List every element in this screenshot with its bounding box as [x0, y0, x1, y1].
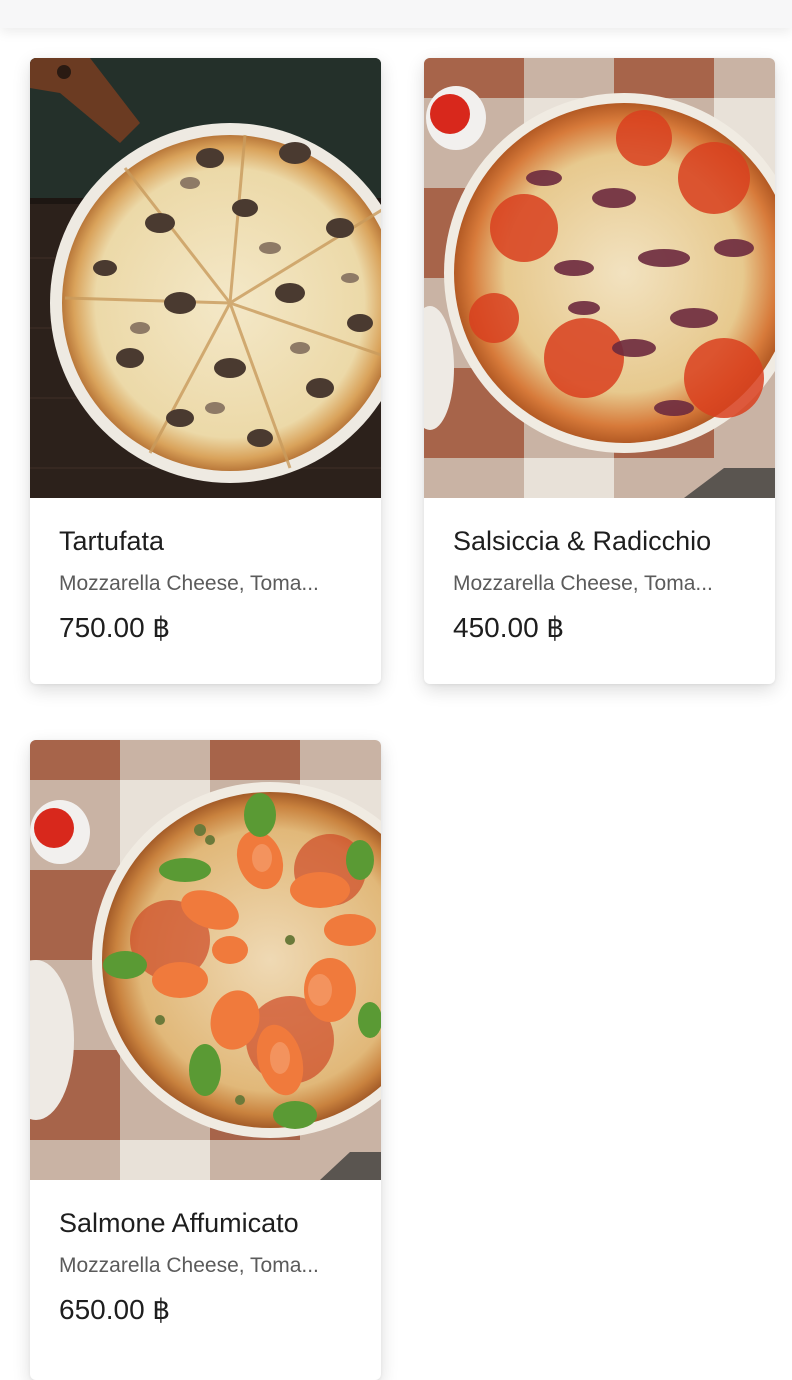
pizza-sausage-radicchio-image	[424, 58, 775, 498]
menu-item-name: Tartufata	[59, 526, 165, 556]
pizza-smoked-salmon-image	[30, 740, 381, 1180]
menu-item-description: Mozzarella Cheese, Toma...	[59, 572, 319, 595]
pizza-truffle-mushroom-image	[30, 58, 381, 498]
menu-grid: Tartufata Mozzarella Cheese, Toma... 750…	[0, 0, 792, 1380]
menu-item-price: 650.00 ฿	[59, 1294, 171, 1325]
menu-item-description: Mozzarella Cheese, Toma...	[453, 572, 713, 595]
menu-item-price: 450.00 ฿	[453, 612, 565, 643]
menu-item-name: Salsiccia & Radicchio	[453, 526, 712, 556]
menu-item-card[interactable]: Tartufata Mozzarella Cheese, Toma... 750…	[30, 58, 381, 684]
menu-item-info: Salsiccia & Radicchio Mozzarella Cheese,…	[424, 498, 775, 684]
menu-item-description: Mozzarella Cheese, Toma...	[59, 1254, 319, 1277]
menu-item-card[interactable]: Salmone Affumicato Mozzarella Cheese, To…	[30, 740, 381, 1380]
top-bar	[0, 0, 792, 28]
menu-item-info: Tartufata Mozzarella Cheese, Toma... 750…	[30, 498, 381, 684]
menu-item-info: Salmone Affumicato Mozzarella Cheese, To…	[30, 1180, 381, 1366]
menu-item-name: Salmone Affumicato	[59, 1208, 299, 1238]
menu-item-price: 750.00 ฿	[59, 612, 171, 643]
menu-item-card[interactable]: Salsiccia & Radicchio Mozzarella Cheese,…	[424, 58, 775, 684]
